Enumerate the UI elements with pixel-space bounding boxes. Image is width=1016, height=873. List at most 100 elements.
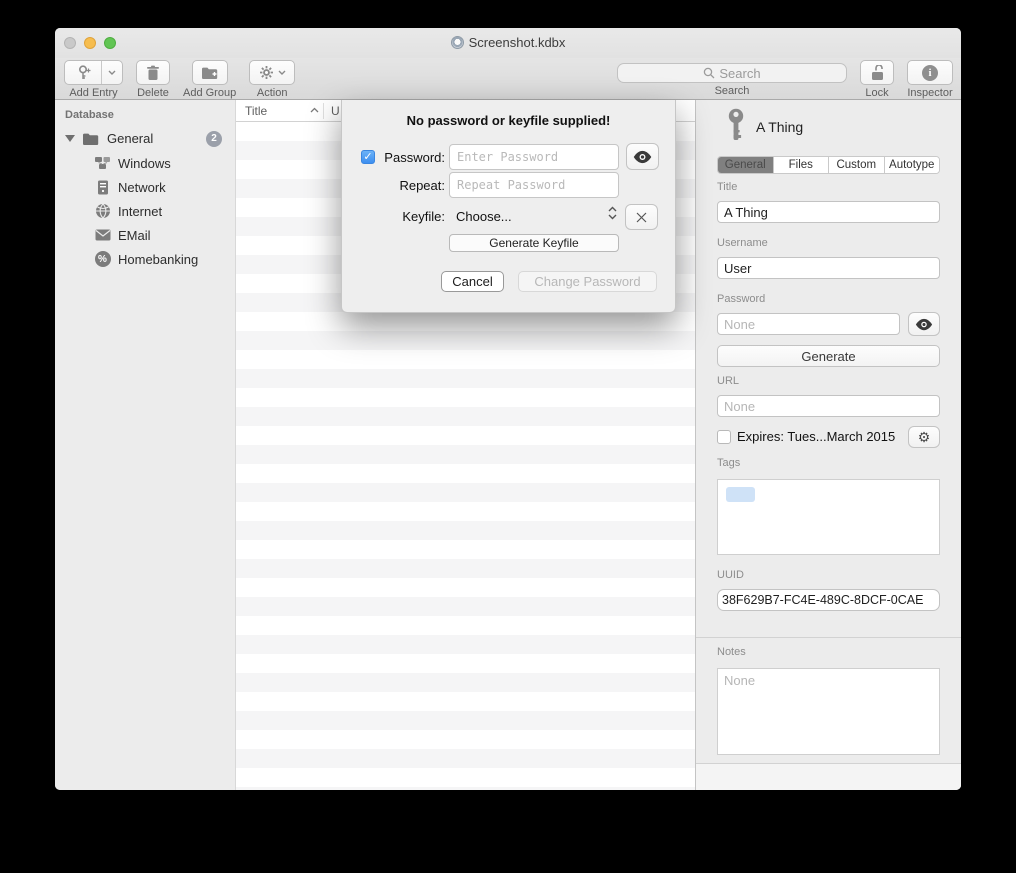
inspector-label: Inspector bbox=[907, 87, 952, 99]
add-group-label: Add Group bbox=[183, 87, 236, 99]
keyfile-popup[interactable]: Choose... bbox=[456, 209, 512, 224]
table-row[interactable] bbox=[236, 540, 695, 559]
sidebar-item-email[interactable]: EMail bbox=[55, 223, 235, 247]
table-row[interactable] bbox=[236, 483, 695, 502]
sidebar-item-windows[interactable]: Windows bbox=[55, 151, 235, 175]
add-entry-button[interactable] bbox=[64, 60, 123, 85]
table-row[interactable] bbox=[236, 749, 695, 768]
uuid-field[interactable] bbox=[717, 589, 940, 611]
generate-password-button[interactable]: Generate bbox=[717, 345, 940, 367]
table-row[interactable] bbox=[236, 331, 695, 350]
table-row[interactable] bbox=[236, 559, 695, 578]
password-field[interactable] bbox=[717, 313, 900, 335]
table-row[interactable] bbox=[236, 597, 695, 616]
username-field[interactable] bbox=[717, 257, 940, 279]
table-row[interactable] bbox=[236, 312, 695, 331]
x-icon bbox=[635, 211, 648, 224]
table-row[interactable] bbox=[236, 350, 695, 369]
table-row[interactable] bbox=[236, 768, 695, 787]
delete-button[interactable] bbox=[136, 60, 170, 85]
table-row[interactable] bbox=[236, 730, 695, 749]
table-row[interactable] bbox=[236, 445, 695, 464]
uuid-label: UUID bbox=[717, 569, 744, 581]
table-row[interactable] bbox=[236, 388, 695, 407]
table-row[interactable] bbox=[236, 787, 695, 790]
table-row[interactable] bbox=[236, 635, 695, 654]
title-field[interactable] bbox=[717, 201, 940, 223]
sidebar-item-label: Internet bbox=[118, 204, 162, 219]
tab-general[interactable]: General bbox=[718, 157, 774, 173]
url-field[interactable] bbox=[717, 395, 940, 417]
table-row[interactable] bbox=[236, 407, 695, 426]
percent-icon: % bbox=[94, 251, 111, 268]
dialog-password-input[interactable] bbox=[449, 144, 619, 170]
delete-tool: Delete bbox=[136, 60, 170, 99]
stepper-icon[interactable] bbox=[608, 206, 617, 220]
table-row[interactable] bbox=[236, 502, 695, 521]
key-icon bbox=[725, 108, 747, 144]
globe-icon bbox=[94, 203, 111, 220]
tags-label: Tags bbox=[717, 457, 740, 469]
trash-icon bbox=[146, 65, 160, 81]
folder-plus-icon bbox=[201, 66, 218, 80]
sidebar-item-internet[interactable]: Internet bbox=[55, 199, 235, 223]
change-password-button[interactable]: Change Password bbox=[518, 271, 657, 292]
add-entry-tool: Add Entry bbox=[64, 60, 123, 99]
tab-files[interactable]: Files bbox=[774, 157, 830, 173]
table-row[interactable] bbox=[236, 673, 695, 692]
expires-settings-button[interactable]: ⚙ bbox=[908, 426, 940, 448]
sidebar-header: Database bbox=[65, 109, 114, 121]
table-row[interactable] bbox=[236, 711, 695, 730]
cancel-button[interactable]: Cancel bbox=[441, 271, 504, 292]
chevron-down-icon bbox=[108, 70, 116, 75]
reveal-password-button[interactable] bbox=[908, 312, 940, 336]
table-row[interactable] bbox=[236, 521, 695, 540]
disclosure-triangle-icon[interactable] bbox=[65, 135, 75, 142]
document-icon bbox=[451, 36, 464, 49]
column-header-username[interactable]: U bbox=[331, 104, 340, 118]
column-header-title[interactable]: Title bbox=[245, 104, 267, 118]
table-row[interactable] bbox=[236, 616, 695, 635]
sidebar-item-label: EMail bbox=[118, 228, 151, 243]
sidebar-item-label: Windows bbox=[118, 156, 171, 171]
tags-box[interactable] bbox=[717, 479, 940, 555]
tab-autotype[interactable]: Autotype bbox=[885, 157, 940, 173]
table-row[interactable] bbox=[236, 369, 695, 388]
lock-label: Lock bbox=[865, 87, 888, 99]
table-row[interactable] bbox=[236, 578, 695, 597]
sidebar: Database General 2 Windows Network Inter… bbox=[55, 100, 236, 790]
column-divider[interactable] bbox=[323, 103, 324, 119]
inspector-tabs: General Files Custom Autotype bbox=[717, 156, 940, 174]
info-icon: i bbox=[922, 65, 938, 81]
expires-checkbox[interactable] bbox=[717, 430, 731, 444]
search-label: Search bbox=[715, 85, 750, 97]
table-row[interactable] bbox=[236, 654, 695, 673]
lock-button[interactable] bbox=[860, 60, 894, 85]
window-title: Screenshot.kdbx bbox=[55, 35, 961, 50]
inspector-button[interactable]: i bbox=[907, 60, 953, 85]
gear-icon bbox=[259, 65, 274, 80]
tag-chip[interactable] bbox=[726, 487, 755, 502]
sheet-message: No password or keyfile supplied! bbox=[342, 113, 675, 128]
tab-custom[interactable]: Custom bbox=[829, 157, 885, 173]
inspector-panel: A Thing General Files Custom Autotype Ti… bbox=[695, 100, 961, 790]
eye-icon bbox=[914, 318, 934, 331]
sidebar-item-network[interactable]: Network bbox=[55, 175, 235, 199]
toolbar: Add Entry Delete Add Group Action bbox=[55, 58, 961, 100]
table-row[interactable] bbox=[236, 692, 695, 711]
dialog-repeat-input[interactable] bbox=[449, 172, 619, 198]
table-row[interactable] bbox=[236, 426, 695, 445]
dialog-reveal-password-button[interactable] bbox=[626, 143, 659, 170]
notes-field[interactable] bbox=[717, 668, 940, 755]
generate-keyfile-button[interactable]: Generate Keyfile bbox=[449, 234, 619, 252]
add-group-button[interactable] bbox=[192, 60, 228, 85]
sidebar-item-general[interactable]: General 2 bbox=[55, 127, 235, 150]
search-input[interactable]: Search bbox=[617, 63, 847, 83]
table-row[interactable] bbox=[236, 464, 695, 483]
action-button[interactable] bbox=[249, 60, 295, 85]
dialog-password-label: Password: bbox=[342, 150, 445, 165]
clear-keyfile-button[interactable] bbox=[625, 204, 658, 230]
password-label: Password bbox=[717, 293, 765, 305]
sidebar-item-homebanking[interactable]: % Homebanking bbox=[55, 247, 235, 271]
server-icon bbox=[94, 179, 111, 196]
